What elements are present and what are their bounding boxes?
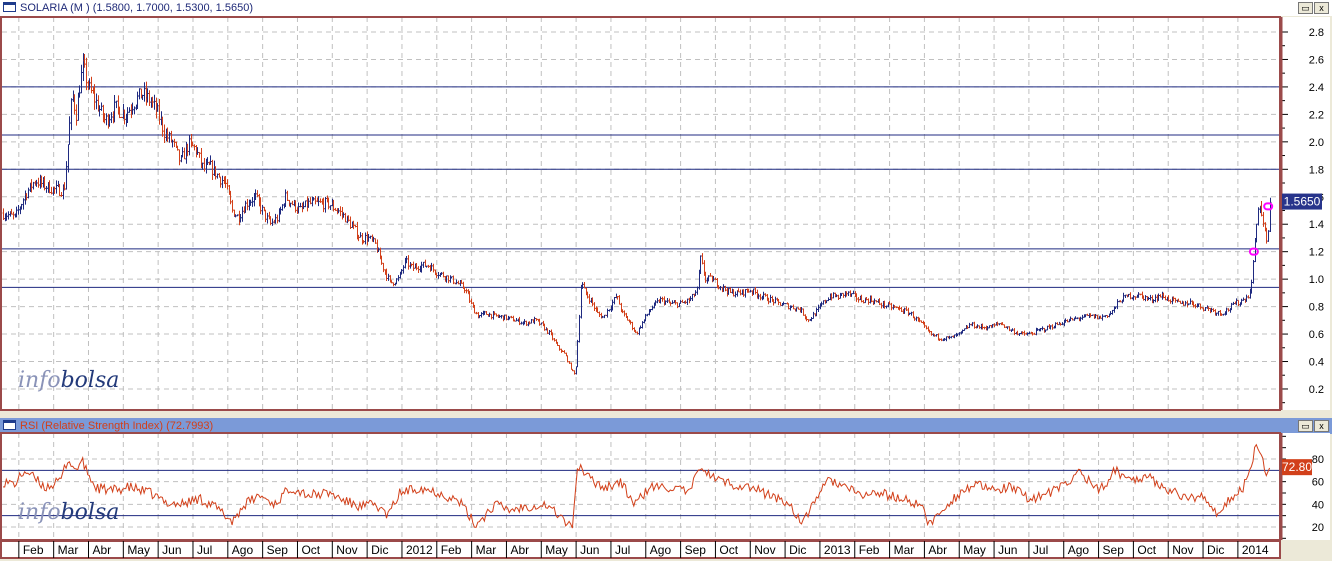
- date-label: Dic: [1207, 543, 1224, 557]
- y-tick-label: 1.4: [1309, 219, 1324, 231]
- date-label: Jun: [998, 543, 1017, 557]
- rsi-y-tick-label: 60: [1312, 477, 1324, 489]
- y-tick-label: 0.2: [1309, 384, 1324, 396]
- date-label: Jul: [615, 543, 630, 557]
- rsi-line: [2, 443, 1271, 529]
- rsi-y-tick-label: 80: [1312, 454, 1324, 466]
- date-label: May: [545, 543, 568, 557]
- y-tick-label: 1.0: [1309, 274, 1324, 286]
- last-price-label: 1.5650: [1284, 195, 1321, 209]
- date-label: Jul: [197, 543, 212, 557]
- date-label: Abr: [510, 543, 529, 557]
- plot-area: [2, 17, 1280, 410]
- rsi-chart-title: RSI (Relative Strength Index) (72.7993): [20, 420, 214, 432]
- date-label: 2012: [406, 543, 433, 557]
- date-label: Nov: [1172, 543, 1193, 557]
- date-label: Jun: [162, 543, 181, 557]
- y-tick-label: 0.6: [1309, 329, 1324, 341]
- y-tick-label: 2.0: [1309, 137, 1324, 149]
- date-label: Mar: [58, 543, 79, 557]
- date-label: Jun: [580, 543, 599, 557]
- y-tick-label: 2.2: [1309, 109, 1324, 121]
- date-label: Jul: [1033, 543, 1048, 557]
- y-tick-label: 1.8: [1309, 164, 1324, 176]
- date-label: 2014: [1242, 543, 1269, 557]
- y-tick-label: 1.2: [1309, 247, 1324, 259]
- date-label: Oct: [1137, 543, 1156, 557]
- y-axis-area: [1282, 17, 1330, 410]
- date-label: Ago: [232, 543, 254, 557]
- rsi-y-axis-area: [1282, 433, 1330, 540]
- rsi-y-tick-label: 20: [1312, 522, 1324, 534]
- date-label: May: [963, 543, 986, 557]
- y-tick-label: 2.8: [1309, 27, 1324, 39]
- date-label: Ago: [1068, 543, 1090, 557]
- date-label: Dic: [371, 543, 388, 557]
- watermark-logo-rsi: infobolsa: [18, 500, 120, 525]
- date-label: Mar: [894, 543, 915, 557]
- date-axis: [0, 540, 1281, 559]
- date-label: Ago: [650, 543, 672, 557]
- y-tick-label: 0.4: [1309, 357, 1324, 369]
- rsi-plot-area: [2, 433, 1280, 540]
- rsi-y-tick-label: 40: [1312, 499, 1324, 511]
- y-tick-label: 2.4: [1309, 82, 1324, 94]
- date-label: Feb: [859, 543, 880, 557]
- rsi-pane-titlebar: RSI (Relative Strength Index) (72.7993) …: [0, 416, 1332, 434]
- last-rsi-badge: [1282, 459, 1312, 476]
- y-tick-label: 0.8: [1309, 302, 1324, 314]
- date-label: Sep: [267, 543, 289, 557]
- last-rsi-label: 72.80: [1282, 460, 1312, 474]
- window-icon: [3, 420, 16, 430]
- date-label: Sep: [1103, 543, 1125, 557]
- date-label: Mar: [476, 543, 497, 557]
- rsi-maximize-button[interactable]: ▭: [1298, 420, 1313, 432]
- date-label: Nov: [336, 543, 357, 557]
- price-chart: 0.20.40.60.81.01.21.41.61.82.02.22.42.62…: [0, 16, 1330, 411]
- date-label: Feb: [441, 543, 462, 557]
- date-label: Abr: [92, 543, 111, 557]
- date-label: Abr: [928, 543, 947, 557]
- date-label: 2013: [824, 543, 851, 557]
- y-tick-label: 2.6: [1309, 54, 1324, 66]
- watermark-logo: infobolsa: [18, 368, 120, 393]
- date-label: Dic: [789, 543, 806, 557]
- date-label: Sep: [685, 543, 707, 557]
- rsi-plot-border: [0, 432, 1281, 541]
- date-label: May: [127, 543, 150, 557]
- date-label: Nov: [754, 543, 775, 557]
- date-label: Feb: [23, 543, 44, 557]
- date-label: Oct: [301, 543, 320, 557]
- rsi-close-button[interactable]: x: [1314, 420, 1329, 432]
- date-label: Oct: [719, 543, 738, 557]
